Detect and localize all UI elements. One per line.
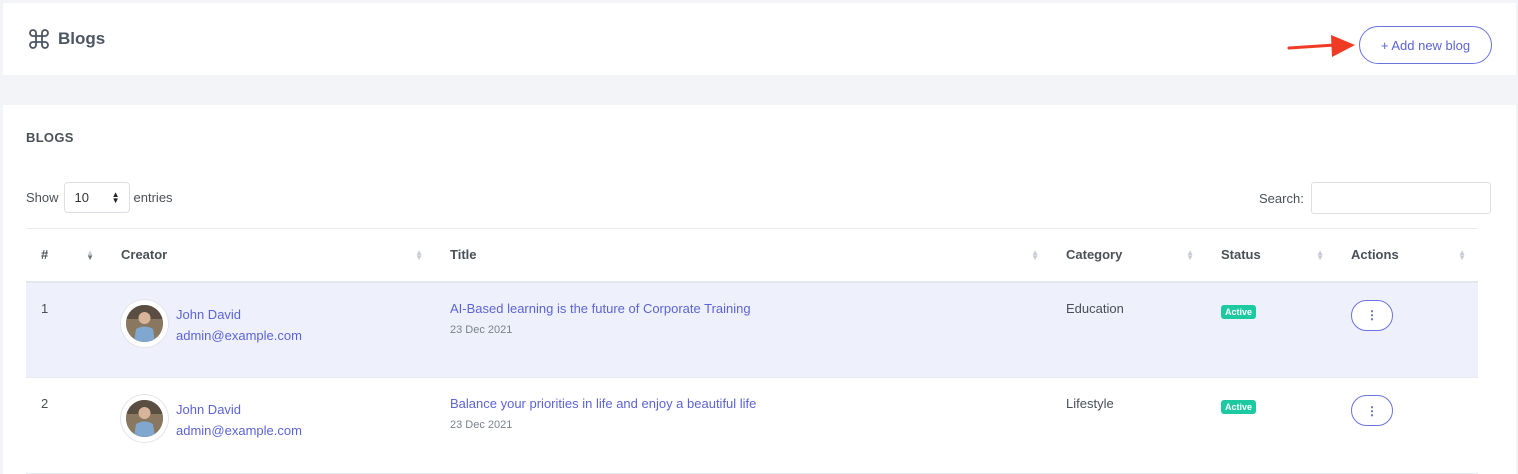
category-cell: Education [1051,281,1206,378]
search-control: Search: [1259,182,1491,214]
avatar [121,395,168,442]
creator-cell: John David admin@example.com [106,377,435,474]
blog-title-link[interactable]: Balance your priorities in life and enjo… [450,396,1051,411]
blog-date: 23 Dec 2021 [450,323,513,336]
sort-icon: ▲ ▼ [415,248,423,262]
column-header-actions[interactable]: Actions ▲ ▼ [1336,228,1478,283]
status-cell: Active [1206,377,1336,474]
blogs-table: # ▲ ▼ Creator ▲ ▼ Title ▲ ▼ Category ▲ ▼ Sta… [26,228,1478,474]
sort-icon: ▲ ▼ [1186,248,1194,262]
row-actions-button[interactable]: ⋮ [1351,395,1393,426]
avatar [121,299,168,347]
column-header-number[interactable]: # ▲ ▼ [26,228,106,283]
entries-length-control: Show 10 ▲ ▼ entries [26,182,173,213]
card-title: BLOGS [26,130,74,145]
row-number: 1 [26,281,106,378]
creator-email[interactable]: admin@example.com [176,325,302,346]
title-cell: AI-Based learning is the future of Corpo… [435,281,1051,378]
creator-email[interactable]: admin@example.com [176,420,302,441]
column-header-category[interactable]: Category ▲ ▼ [1051,228,1206,283]
column-header-status[interactable]: Status ▲ ▼ [1206,228,1336,283]
sort-icon: ▲ ▼ [1031,248,1039,262]
show-label: Show [26,190,59,205]
entries-select-value: 10 [74,190,89,205]
title-cell: Balance your priorities in life and enjo… [435,377,1051,474]
table-header-row: # ▲ ▼ Creator ▲ ▼ Title ▲ ▼ Category ▲ ▼ Sta… [26,228,1478,283]
red-arrow-icon [1287,35,1355,57]
category-cell: Lifestyle [1051,377,1206,474]
table-row: 1 John David admin@example.com AI-Based … [26,281,1478,378]
user-photo-icon [126,400,163,437]
actions-cell: ⋮ [1336,281,1478,378]
page-header: Blogs + Add new blog [3,3,1516,75]
column-header-title[interactable]: Title ▲ ▼ [435,228,1051,283]
row-number: 2 [26,377,106,474]
sort-icon: ▲ ▼ [86,248,94,262]
blog-date: 23 Dec 2021 [450,419,513,431]
table-row: 2 John David admin@example.com Balance y… [26,377,1478,474]
page-title-group: Blogs [27,27,105,51]
row-actions-button[interactable]: ⋮ [1351,299,1393,331]
page-title: Blogs [58,29,106,48]
entries-select[interactable]: 10 ▲ ▼ [63,182,130,213]
status-badge: Active [1221,400,1257,414]
creator-name[interactable]: John David [176,304,302,325]
entries-label: entries [133,190,173,205]
status-cell: Active [1206,281,1336,378]
blogs-card: BLOGS Show 10 ▲ ▼ entries Search: # ▲ ▼ Cr… [3,105,1516,474]
add-new-blog-button[interactable]: + Add new blog [1359,26,1492,64]
sort-icon: ▲ ▼ [1458,248,1466,262]
select-caret-icon: ▲ ▼ [111,189,120,205]
creator-cell: John David admin@example.com [106,281,435,378]
creator-name[interactable]: John David [176,399,302,420]
search-label: Search: [1259,190,1304,206]
user-photo-icon [126,304,163,342]
sort-icon: ▲ ▼ [1316,248,1324,262]
status-badge: Active [1221,304,1257,319]
actions-cell: ⋮ [1336,377,1478,474]
blog-title-link[interactable]: AI-Based learning is the future of Corpo… [450,301,1051,316]
column-header-creator[interactable]: Creator ▲ ▼ [106,228,435,283]
search-input[interactable] [1310,182,1491,214]
command-icon [29,29,49,49]
